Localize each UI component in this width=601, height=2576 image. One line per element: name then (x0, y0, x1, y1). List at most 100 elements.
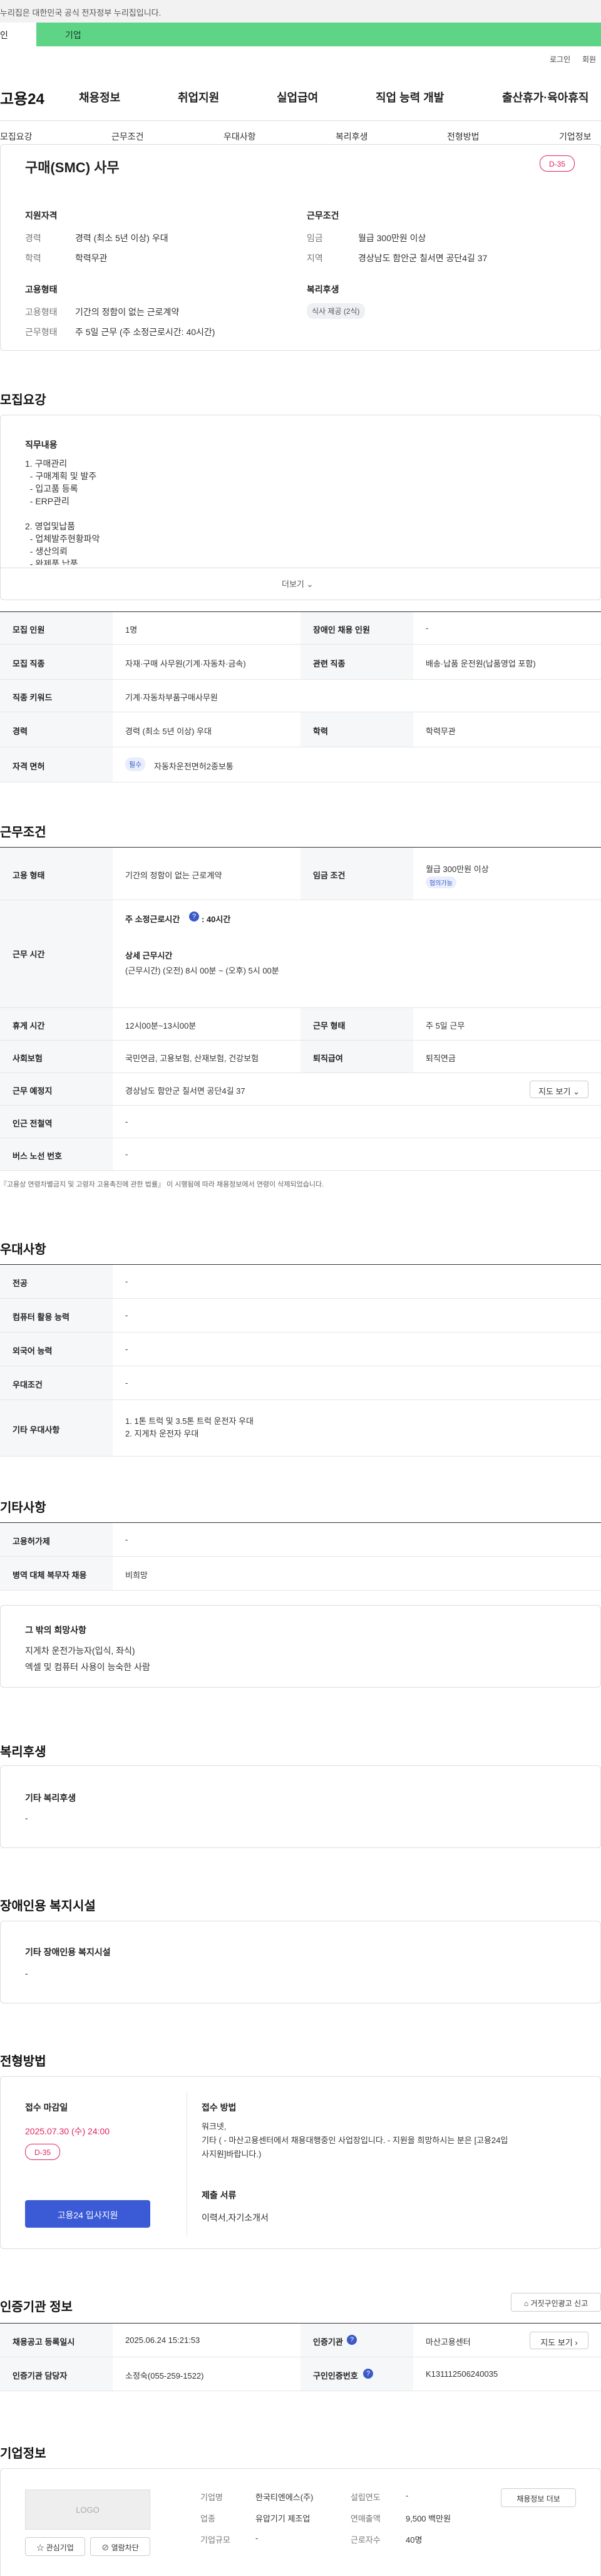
gnb-jobs[interactable]: 채용정보 (79, 89, 120, 105)
cell-value: 주 5일 근무 (426, 1021, 465, 1031)
map-button-label: 지도 보기 (540, 2338, 573, 2347)
emp-label: 근무형태 (25, 327, 58, 337)
favorite-label: 관심기업 (46, 2543, 74, 2552)
gnb-training[interactable]: 직업 능력 개발 (376, 89, 444, 105)
cell-value: - (426, 623, 429, 633)
subnav-welfare[interactable]: 복리후생 (336, 130, 368, 143)
home-icon: ⌂ (523, 2299, 529, 2308)
qual-head: 지원자격 (25, 210, 58, 221)
tab-company[interactable]: 기업 (36, 23, 601, 46)
cell-key: 장애인 채용 인원 (313, 625, 370, 635)
gnb-employment-support[interactable]: 취업지원 (178, 89, 219, 105)
welfare-box (0, 1765, 601, 1848)
section-title-work: 근무조건 (0, 826, 46, 839)
subnav-work[interactable]: 근무조건 (111, 130, 144, 143)
cell-value: - (125, 1311, 128, 1320)
cell-key: 전공 (13, 1279, 28, 1288)
login-link[interactable]: 로그인 (550, 54, 570, 65)
member-tabs: 인 기업 (0, 23, 601, 46)
welfare-box-value: - (25, 1813, 28, 1823)
info-value: 9,500 백만원 (406, 2514, 451, 2523)
apply-button[interactable]: 고용24 입사지원 (25, 2200, 150, 2228)
cond-head: 근무조건 (307, 210, 339, 221)
method-value: 워크넷, 기타 ( - 마산고용센터에서 채용대행중인 사업장입니다. - 지원… (202, 2122, 508, 2159)
star-icon: ☆ (36, 2543, 44, 2552)
info-label: 기업명 (200, 2493, 223, 2502)
cond-label: 임금 (307, 233, 323, 243)
favorite-company-button[interactable]: ☆ 관심기업 (25, 2537, 85, 2556)
site-logo[interactable]: 고용24 (0, 86, 44, 108)
info-value: 한국티엔에스(주) (255, 2493, 314, 2502)
cell-key: 기타 우대사항 (13, 1425, 60, 1435)
cell-value: 1명 (125, 625, 138, 635)
qual-value: 경력 (최소 5년 이상) 우대 (75, 233, 168, 243)
table-row: 버스 노선 번호 - (0, 1138, 601, 1171)
info-icon[interactable]: ? (347, 2335, 357, 2345)
gnb-parental-leave[interactable]: 출산휴가·육아휴직 (502, 89, 588, 105)
more-jobs-button[interactable]: 채용정보 더보 (501, 2488, 576, 2507)
more-label: 더보기 (282, 579, 304, 589)
cell-key: 버스 노선 번호 (13, 1151, 62, 1161)
info-value: - (255, 2533, 259, 2543)
cell-value: 12시00분~13시00분 (125, 1021, 197, 1031)
cell-key: 외국어 능력 (13, 1346, 53, 1356)
table-row: 병역 대체 복무자 채용 비희망 (0, 1557, 601, 1591)
cell-value: K131112506240035 (426, 2369, 498, 2379)
table-row: 고용허가제 - (0, 1523, 601, 1557)
cell-key: 자격 면허 (13, 762, 45, 771)
company-logo: LOGO (25, 2490, 150, 2530)
cell-value: - (125, 1277, 128, 1286)
report-button[interactable]: ⌂ 거짓구인광고 신고 (511, 2293, 601, 2312)
cell-key: 채용공고 등록일시 (13, 2337, 75, 2347)
cell-value: 배송·납품 운전원(납품영업 포함) (426, 659, 536, 668)
cell-key: 학력 (313, 727, 328, 736)
cond-value: 경상남도 함안군 칠서면 공단4길 37 (358, 253, 488, 263)
table-row: 컴퓨터 활용 능력 - (0, 1299, 601, 1332)
welfare-head: 복리후생 (307, 284, 339, 294)
cell-value: - (125, 1117, 128, 1126)
emp-head: 고용형태 (25, 284, 58, 294)
cell-key: 임금 조건 (313, 871, 346, 880)
map-button[interactable]: 지도 보기 › (530, 2332, 588, 2349)
more-button[interactable]: 더보기 ⌄ (282, 578, 313, 589)
table-row: 휴게 시간 12시00분~13시00분 근무 형태 주 5일 근무 (0, 1008, 601, 1041)
emp-label: 고용형태 (25, 307, 58, 317)
facility-box (0, 1921, 601, 2003)
table-row: 사회보험 국민연금, 고용보험, 산재보험, 건강보험 퇴직급여 퇴직연금 (0, 1041, 601, 1073)
docs-head: 제출 서류 (202, 2190, 237, 2200)
table-row: 인증기관 담당자 소정숙(055-259-1522) 구인인증번호 ? K131… (0, 2357, 601, 2391)
join-link[interactable]: 회원 (582, 54, 596, 65)
qual-value: 학력무관 (75, 253, 108, 263)
cell-value: 퇴직연금 (426, 1054, 456, 1063)
cell-value: 기계·자동차부품구매사무원 (125, 693, 218, 702)
info-icon[interactable]: ? (189, 911, 199, 922)
table-row: 모집 인원 1명 장애인 채용 인원 - (0, 612, 601, 645)
emp-value: 기간의 정함이 없는 근로계약 (75, 307, 180, 317)
report-button-label: 거짓구인광고 신고 (530, 2299, 588, 2308)
cond-value: 월급 300만원 이상 (358, 233, 426, 243)
subnav-pref[interactable]: 우대사항 (223, 130, 256, 143)
job-title: 구매(SMC) 사무 (25, 160, 120, 175)
cell-key: 우대조건 (13, 1380, 43, 1389)
cell-key: 사회보험 (13, 1054, 43, 1063)
map-button[interactable]: 지도 보기 ⌄ (530, 1081, 588, 1098)
info-icon[interactable]: ? (363, 2369, 373, 2379)
block-button[interactable]: ⊘ 열람차단 (90, 2537, 150, 2556)
table-row: 근무 예정지 경상남도 함안군 칠서면 공단4길 37 지도 보기 ⌄ (0, 1073, 601, 1106)
dday-badge: D-35 (540, 155, 575, 172)
emp-value: 주 5일 근무 (주 소정근로시간: 40시간) (75, 327, 215, 337)
gnb-unemployment[interactable]: 실업급여 (277, 89, 318, 105)
subnav-company[interactable]: 기업정보 (559, 130, 592, 143)
info-label: 업종 (200, 2514, 215, 2523)
section-title-etc: 기타사항 (0, 1501, 46, 1515)
table-row: 고용 형태 기간의 정함이 없는 근로계약 임금 조건 월급 300만원 이상 … (0, 848, 601, 900)
map-button-label: 지도 보기 (538, 1087, 571, 1096)
cell-key: 모집 직종 (13, 659, 45, 668)
subnav-selection[interactable]: 전형방법 (447, 130, 480, 143)
section-title-welfare: 복리후생 (0, 1745, 46, 1759)
table-row: 전공 - (0, 1265, 601, 1299)
subnav-recruit[interactable]: 모집요강 (0, 130, 33, 143)
table-row: 우대조건 - (0, 1366, 601, 1400)
cell-value: - (125, 1535, 128, 1544)
tab-personal[interactable]: 인 (0, 23, 36, 46)
